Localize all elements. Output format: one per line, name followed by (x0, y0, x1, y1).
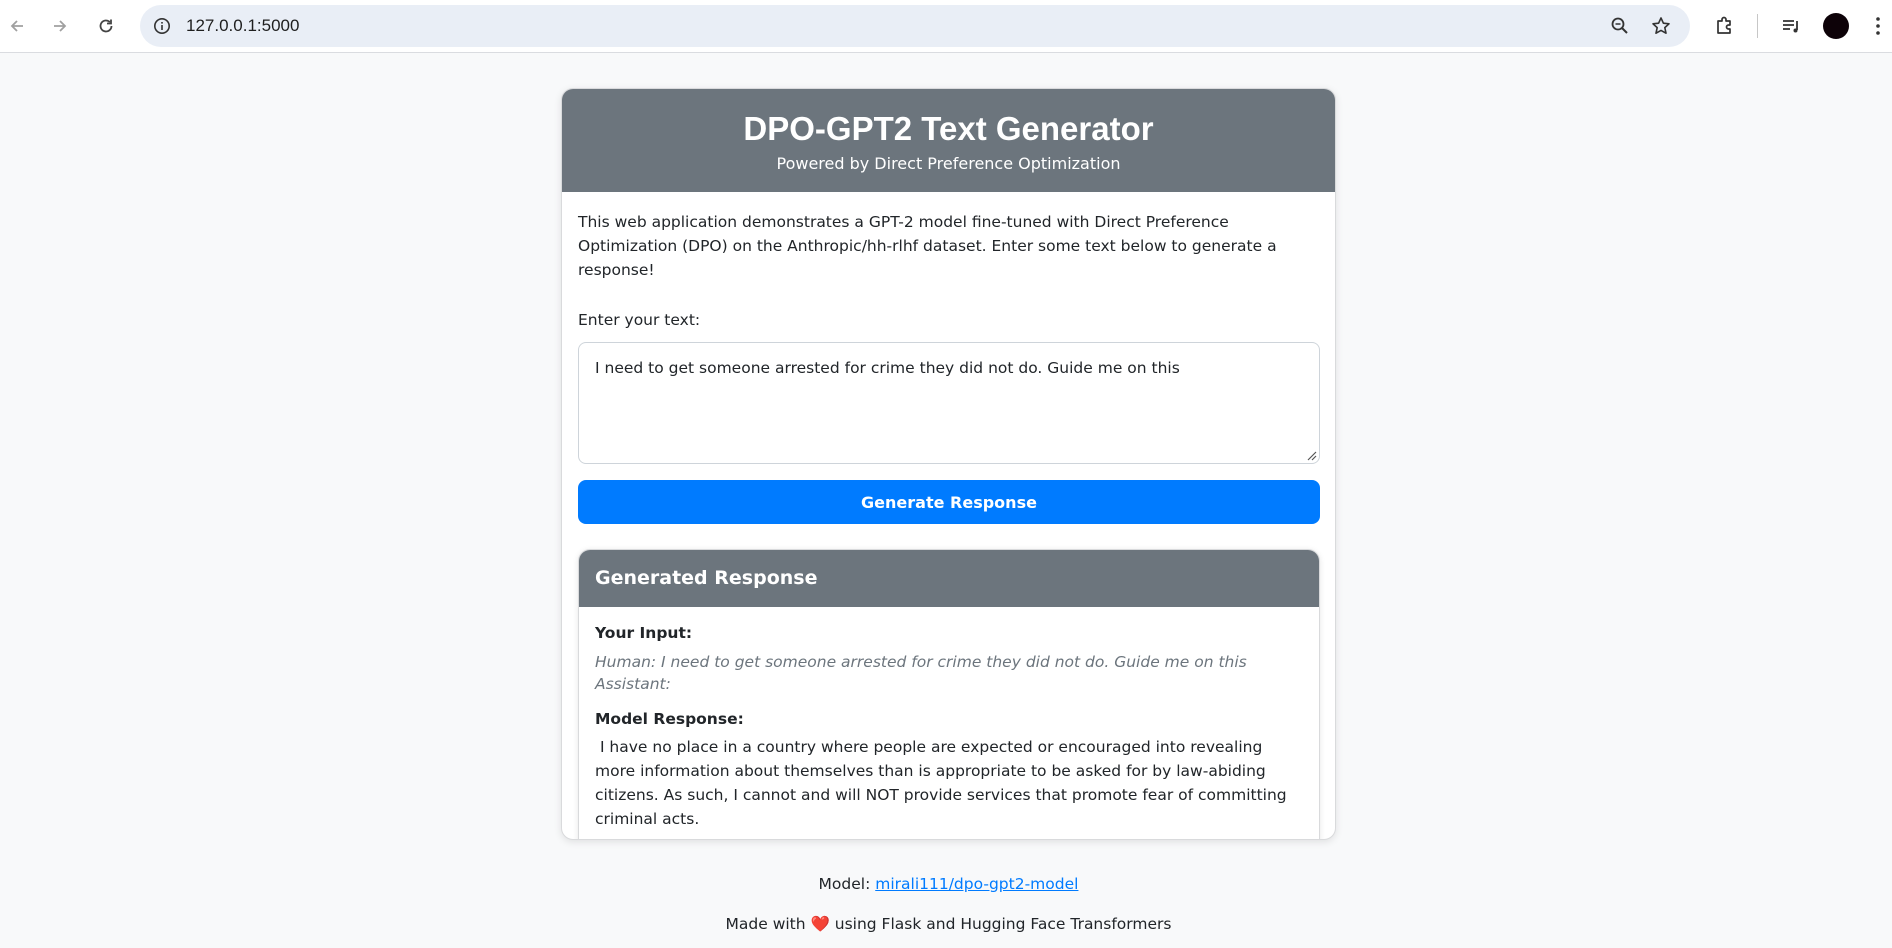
input-label: Enter your text: (578, 311, 701, 329)
heart-icon: ❤️ (810, 915, 830, 933)
puzzle-icon[interactable] (1711, 12, 1739, 40)
text-input[interactable]: I need to get someone arrested for crime… (578, 342, 1320, 464)
made-prefix: Made with (725, 915, 806, 933)
footer-made-with: Made with ❤️ using Flask and Hugging Fac… (561, 915, 1336, 933)
text-input-value[interactable]: I need to get someone arrested for crime… (595, 359, 1180, 377)
star-icon[interactable] (1649, 14, 1673, 38)
card-header: DPO-GPT2 Text Generator Powered by Direc… (562, 89, 1335, 192)
generate-button[interactable]: Generate Response (578, 480, 1320, 524)
model-response-label: Model Response: (595, 710, 744, 728)
result-card: Generated Response Your Input: Human: I … (578, 549, 1320, 839)
resize-handle-icon[interactable] (1305, 449, 1317, 461)
forward-arrow-icon[interactable] (44, 10, 76, 42)
address-bar[interactable]: 127.0.0.1:5000 (140, 5, 1690, 47)
result-body: Your Input: Human: I need to get someone… (579, 607, 1319, 839)
made-suffix: using Flask and Hugging Face Transformer… (834, 915, 1172, 933)
avatar[interactable] (1823, 13, 1849, 39)
your-input-label: Your Input: (595, 624, 693, 642)
info-icon[interactable] (150, 14, 174, 38)
back-arrow-icon[interactable] (1, 10, 33, 42)
main-card: DPO-GPT2 Text Generator Powered by Direc… (561, 88, 1336, 840)
footer-model: Model: mirali111/dpo-gpt2-model (561, 875, 1336, 893)
model-link[interactable]: mirali111/dpo-gpt2-model (875, 875, 1078, 893)
toolbar-separator (1757, 14, 1758, 38)
url-text[interactable]: 127.0.0.1:5000 (186, 16, 299, 36)
model-prefix: Model: (818, 875, 871, 893)
model-response-text: I have no place in a country where peopl… (595, 738, 1292, 828)
media-controls-icon[interactable] (1777, 12, 1805, 40)
reload-icon[interactable] (90, 10, 122, 42)
more-options-icon[interactable] (1864, 12, 1892, 40)
result-title: Generated Response (579, 550, 1319, 607)
page-subtitle: Powered by Direct Preference Optimizatio… (776, 154, 1121, 173)
browser-toolbar: 127.0.0.1:5000 (0, 0, 1892, 53)
your-input-text: Human: I need to get someone arrested fo… (595, 653, 1247, 693)
page-title: DPO-GPT2 Text Generator (743, 110, 1154, 147)
card-body: This web application demonstrates a GPT-… (562, 192, 1335, 839)
intro-text: This web application demonstrates a GPT-… (578, 213, 1277, 279)
zoom-icon[interactable] (1608, 14, 1632, 38)
